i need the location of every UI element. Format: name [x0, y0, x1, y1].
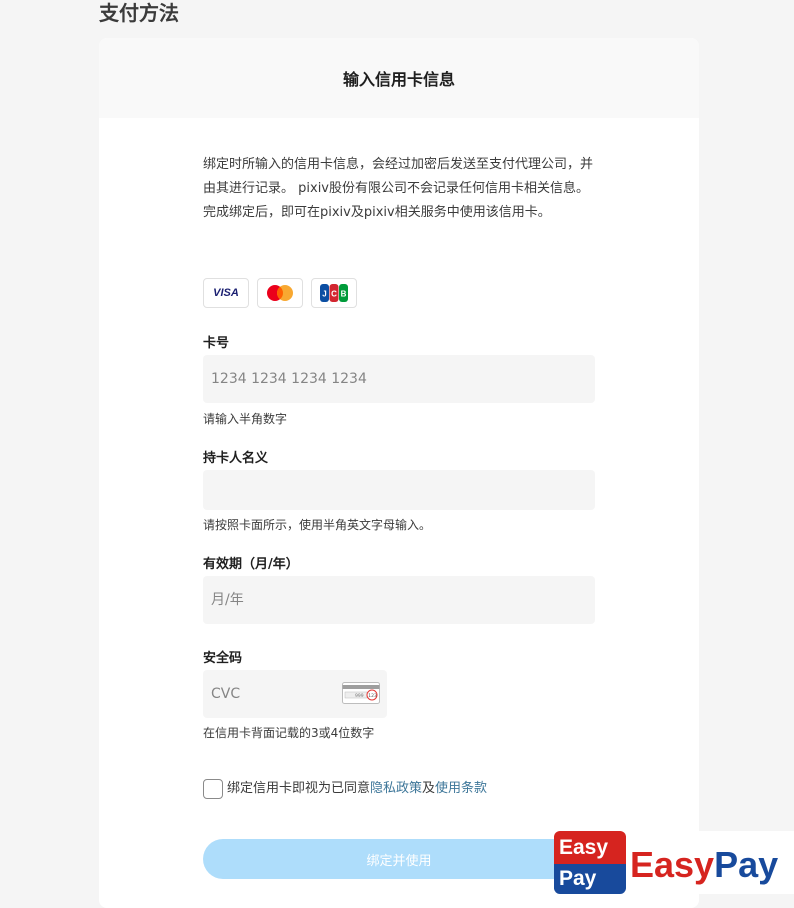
holder-name-hint: 请按照卡面所示，使用半角英文字母输入。 [203, 518, 432, 532]
card-back-digits: 999 [355, 693, 364, 699]
easypay-badge-bottom: Pay [554, 864, 626, 894]
easypay-word-pay: Pay [714, 844, 779, 885]
card-header-title: 输入信用卡信息 [342, 70, 455, 89]
agreement-middle: 及 [422, 781, 436, 796]
card-back-code: 123 [368, 693, 377, 699]
card-number-label: 卡号 [203, 336, 230, 351]
easypay-word-easy: Easy [630, 844, 715, 885]
cvc-input[interactable] [203, 670, 333, 718]
svg-text:B: B [341, 290, 347, 299]
jcb-logo: J C B [311, 278, 357, 308]
agreement-prefix: 绑定信用卡即视为已同意 [227, 781, 371, 796]
easypay-badge: Easy Pay [554, 831, 626, 894]
mastercard-logo [257, 278, 303, 308]
terms-of-use-link[interactable]: 使用条款 [435, 781, 487, 796]
easypay-watermark: Easy Pay EasyPay [554, 831, 794, 894]
agreement-checkbox[interactable] [203, 779, 223, 799]
bind-and-use-button[interactable]: 绑定并使用 [203, 839, 595, 879]
easypay-wordmark: EasyPay [630, 845, 778, 885]
card-brands: VISA J C B [203, 278, 595, 308]
holder-name-input[interactable] [203, 470, 595, 510]
card-number-hint: 请输入半角数字 [203, 412, 288, 426]
expiry-input[interactable] [203, 576, 595, 624]
card-header: 输入信用卡信息 [99, 38, 699, 118]
easypay-badge-top: Easy [554, 831, 626, 864]
card-number-input[interactable] [203, 355, 595, 403]
holder-name-label: 持卡人名义 [203, 451, 269, 466]
cvc-hint: 在信用卡背面记载的3或4位数字 [203, 726, 375, 740]
page-title: 支付方法 [99, 1, 179, 25]
privacy-policy-link[interactable]: 隐私政策 [370, 781, 422, 796]
cvc-label: 安全码 [203, 651, 243, 666]
visa-logo: VISA [203, 278, 249, 308]
card-back-icon: 999 123 [342, 682, 380, 704]
svg-text:J: J [322, 290, 326, 299]
cvc-field: 999 123 [203, 670, 387, 718]
svg-text:C: C [331, 290, 337, 299]
agreement-text: 绑定信用卡即视为已同意隐私政策及使用条款 [227, 780, 487, 798]
description-text: 绑定时所输入的信用卡信息，会经过加密后发送至支付代理公司，并由其进行记录。 pi… [203, 157, 594, 220]
visa-text: VISA [213, 287, 239, 299]
expiry-label: 有效期（月/年） [203, 557, 299, 572]
